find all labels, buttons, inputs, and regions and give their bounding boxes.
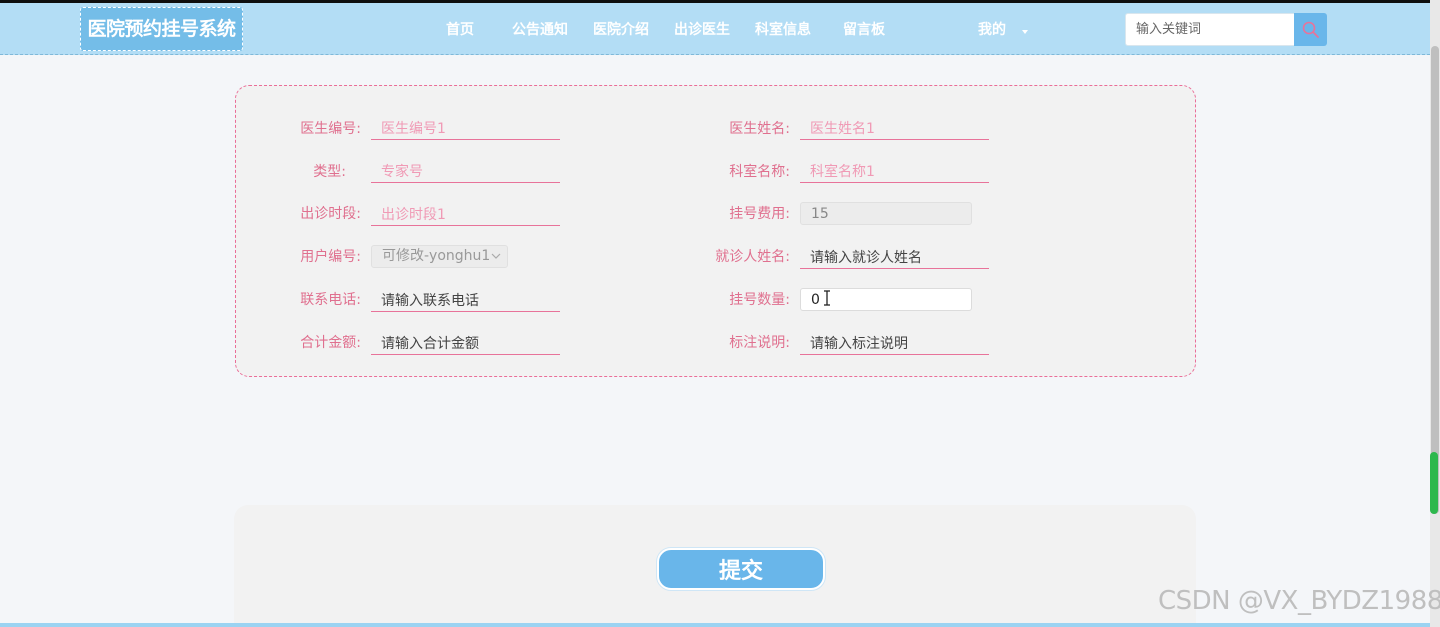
user-no-select[interactable]: 可修改-yonghu1 — [371, 245, 508, 268]
doctor-name-field[interactable] — [800, 112, 989, 140]
text-cursor-icon — [824, 290, 830, 306]
nav-doctors[interactable]: 出诊医生 — [674, 20, 730, 40]
search-input[interactable] — [1125, 13, 1294, 46]
label-doctor-name: 医生姓名: — [729, 121, 790, 137]
label-dept-name: 科室名称: — [729, 164, 790, 180]
nav-message-board[interactable]: 留言板 — [843, 20, 885, 40]
chevron-down-icon — [491, 253, 501, 259]
label-user-no: 用户编号: — [300, 249, 361, 265]
label-phone: 联系电话: — [300, 292, 361, 308]
caret-down-icon[interactable] — [1022, 30, 1028, 34]
label-total: 合计金额: — [300, 335, 361, 351]
label-quantity: 挂号数量: — [729, 292, 790, 308]
scroll-indicator — [1430, 452, 1438, 514]
label-doctor-no: 医生编号: — [300, 121, 361, 137]
nav-hospital-intro[interactable]: 医院介绍 — [593, 20, 649, 40]
fee-field[interactable] — [800, 202, 972, 225]
total-field[interactable] — [371, 327, 560, 355]
watermark: CSDN @VX_BYDZ1988 — [1158, 586, 1440, 616]
type-field[interactable] — [371, 155, 560, 183]
search-button[interactable] — [1294, 13, 1327, 46]
remark-field[interactable] — [800, 327, 989, 355]
label-patient-name: 就诊人姓名: — [715, 249, 790, 265]
nav-home[interactable]: 首页 — [446, 20, 474, 40]
time-slot-field[interactable] — [371, 198, 560, 226]
phone-field[interactable] — [371, 284, 560, 312]
search-icon — [1302, 21, 1319, 38]
doctor-no-field[interactable] — [371, 112, 560, 140]
dept-name-field[interactable] — [800, 155, 989, 183]
user-no-selected-value: 可修改-yonghu1 — [382, 248, 491, 264]
nav-mine[interactable]: 我的 — [978, 20, 1006, 40]
patient-name-field[interactable] — [800, 241, 989, 269]
nav-notice[interactable]: 公告通知 — [512, 20, 568, 40]
scrollbar-thumb[interactable] — [1431, 46, 1439, 514]
label-time-slot: 出诊时段: — [300, 206, 361, 222]
label-type: 类型: — [313, 164, 346, 180]
site-logo[interactable]: 医院预约挂号系统 — [80, 7, 243, 51]
label-fee: 挂号费用: — [729, 206, 790, 222]
header: 医院预约挂号系统 首页 公告通知 医院介绍 出诊医生 科室信息 留言板 我的 — [0, 3, 1430, 55]
submit-button[interactable]: 提交 — [657, 548, 825, 590]
nav-departments[interactable]: 科室信息 — [755, 20, 811, 40]
label-remark: 标注说明: — [729, 335, 790, 351]
bottom-bar — [0, 623, 1440, 627]
